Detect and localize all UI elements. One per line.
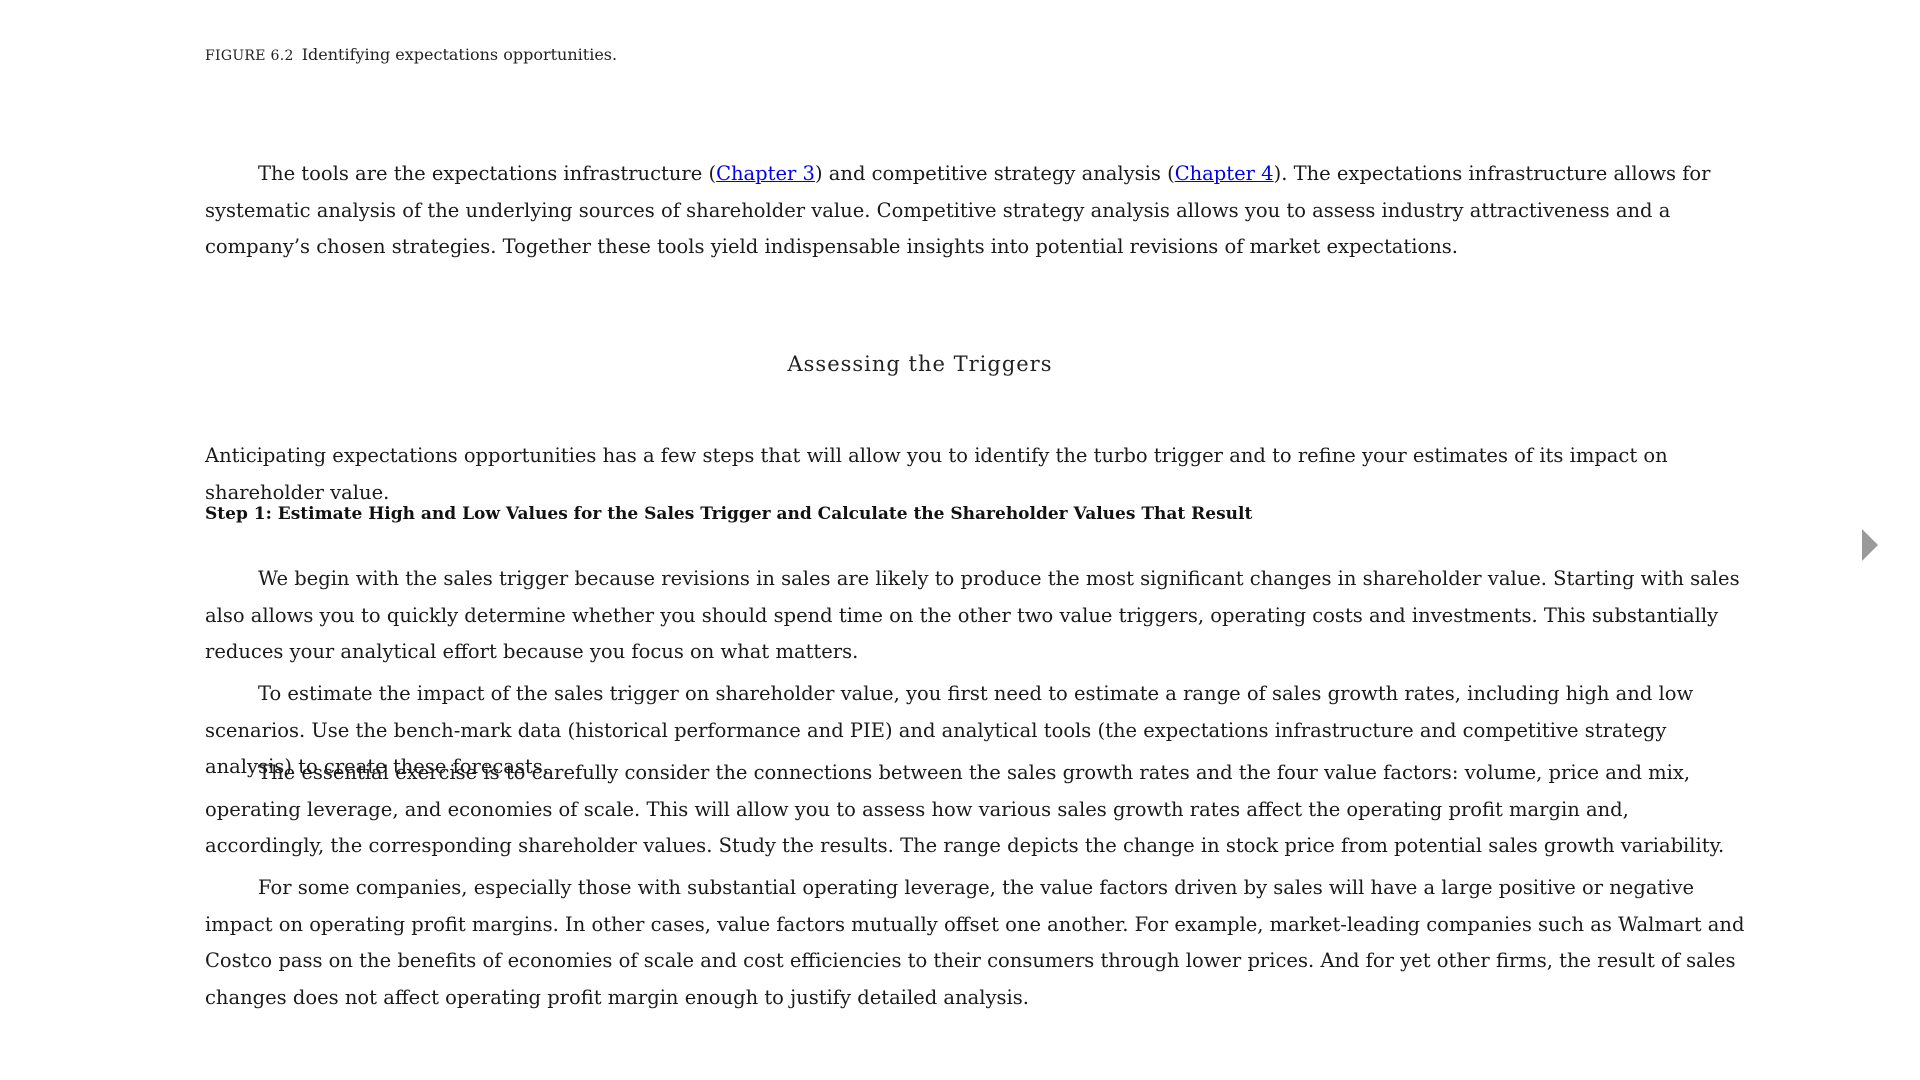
body-paragraph-1: We begin with the sales trigger because … — [205, 567, 1740, 663]
figure-label: FIGURE 6.2 — [205, 48, 294, 64]
body-paragraph-4: For some companies, especially those wit… — [205, 876, 1745, 1009]
chevron-right-icon[interactable] — [1862, 529, 1878, 561]
figure-caption: FIGURE 6.2 Identifying expectations oppor… — [205, 45, 617, 64]
section-intro-paragraph: Anticipating expectations opportunities … — [205, 444, 1668, 504]
chapter-3-link[interactable]: Chapter 3 — [716, 162, 815, 185]
section-heading: Assessing the Triggers — [787, 352, 1053, 376]
figure-caption-text: Identifying expectations opportunities. — [301, 45, 618, 64]
step-1-heading: Step 1: Estimate High and Low Values for… — [205, 504, 1253, 524]
intro-text-1: The tools are the expectations infrastru… — [258, 162, 717, 185]
body-paragraph-3: The essential exercise is to carefully c… — [205, 761, 1725, 857]
chapter-4-link[interactable]: Chapter 4 — [1175, 162, 1274, 185]
intro-paragraph: The tools are the expectations infrastru… — [205, 156, 1745, 266]
intro-text-2: ) and competitive strategy analysis ( — [814, 162, 1175, 185]
